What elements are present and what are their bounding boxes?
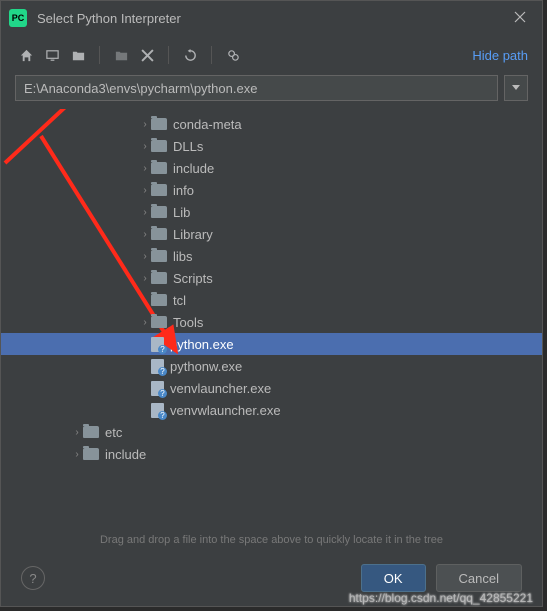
tree-file[interactable]: venvwlauncher.exe	[1, 399, 542, 421]
chevron-right-icon[interactable]: ›	[139, 295, 151, 306]
folder-icon	[151, 272, 167, 284]
tree-hint: Drag and drop a file into the space abov…	[1, 528, 542, 552]
tree-item-label: python.exe	[170, 337, 234, 352]
tree-item-label: etc	[105, 425, 122, 440]
tree-folder[interactable]: › Library	[1, 223, 542, 245]
folder-icon	[151, 250, 167, 262]
toolbar-separator	[99, 46, 100, 64]
tree-item-label: libs	[173, 249, 193, 264]
tree-folder[interactable]: › info	[1, 179, 542, 201]
chevron-right-icon[interactable]: ›	[139, 141, 151, 152]
folder-icon	[83, 448, 99, 460]
chevron-right-icon[interactable]: ›	[71, 427, 83, 438]
toolbar-separator	[168, 46, 169, 64]
hide-path-link[interactable]: Hide path	[472, 48, 528, 63]
project-icon[interactable]	[67, 44, 89, 66]
refresh-icon[interactable]	[179, 44, 201, 66]
tree-folder[interactable]: › include	[1, 157, 542, 179]
chevron-right-icon[interactable]: ›	[139, 251, 151, 262]
chevron-right-icon[interactable]: ›	[139, 185, 151, 196]
tree-folder[interactable]: › Tools	[1, 311, 542, 333]
tree-item-label: Lib	[173, 205, 190, 220]
file-icon	[151, 337, 164, 352]
tree-folder[interactable]: › Lib	[1, 201, 542, 223]
close-button[interactable]	[506, 6, 534, 30]
chevron-right-icon[interactable]: ›	[139, 229, 151, 240]
chevron-right-icon[interactable]: ›	[139, 273, 151, 284]
chevron-right-icon[interactable]: ›	[139, 163, 151, 174]
chevron-right-icon[interactable]: ›	[71, 449, 83, 460]
cancel-button[interactable]: Cancel	[436, 564, 522, 592]
file-icon	[151, 403, 164, 418]
desktop-icon[interactable]	[41, 44, 63, 66]
tree-item-label: include	[173, 161, 214, 176]
tree-file[interactable]: pythonw.exe	[1, 355, 542, 377]
ok-button[interactable]: OK	[361, 564, 426, 592]
folder-icon	[151, 206, 167, 218]
path-row	[1, 75, 542, 109]
tree-folder[interactable]: › conda-meta	[1, 113, 542, 135]
tree-item-label: tcl	[173, 293, 186, 308]
folder-icon	[83, 426, 99, 438]
watermark: https://blog.csdn.net/qq_42855221	[349, 591, 533, 605]
path-dropdown-button[interactable]	[504, 75, 528, 101]
tree-item-label: Tools	[173, 315, 203, 330]
tree-item-label: Scripts	[173, 271, 213, 286]
show-hidden-icon[interactable]	[222, 44, 244, 66]
titlebar: PC Select Python Interpreter	[1, 1, 542, 35]
delete-icon[interactable]	[136, 44, 158, 66]
tree-item-label: info	[173, 183, 194, 198]
select-interpreter-dialog: PC Select Python Interpreter Hide path ›…	[0, 0, 543, 607]
toolbar-separator	[211, 46, 212, 64]
chevron-down-icon	[512, 85, 520, 91]
folder-icon	[151, 316, 167, 328]
tree-file[interactable]: venvlauncher.exe	[1, 377, 542, 399]
toolbar: Hide path	[1, 35, 542, 75]
pycharm-icon: PC	[9, 9, 27, 27]
tree-item-label: conda-meta	[173, 117, 242, 132]
chevron-right-icon[interactable]: ›	[139, 119, 151, 130]
tree-item-label: Library	[173, 227, 213, 242]
file-tree[interactable]: › conda-meta › DLLs › include › info › Lib › Librar…	[1, 109, 542, 528]
chevron-right-icon[interactable]: ›	[139, 207, 151, 218]
new-folder-icon[interactable]	[110, 44, 132, 66]
tree-item-label: DLLs	[173, 139, 203, 154]
folder-icon	[151, 140, 167, 152]
folder-icon	[151, 184, 167, 196]
tree-folder[interactable]: › Scripts	[1, 267, 542, 289]
chevron-right-icon[interactable]: ›	[139, 317, 151, 328]
folder-icon	[151, 162, 167, 174]
home-icon[interactable]	[15, 44, 37, 66]
file-icon	[151, 381, 164, 396]
tree-item-label: include	[105, 447, 146, 462]
tree-folder[interactable]: › libs	[1, 245, 542, 267]
tree-folder[interactable]: › tcl	[1, 289, 542, 311]
tree-folder[interactable]: › etc	[1, 421, 542, 443]
tree-file[interactable]: python.exe	[1, 333, 542, 355]
file-icon	[151, 359, 164, 374]
path-input[interactable]	[15, 75, 498, 101]
window-title: Select Python Interpreter	[37, 11, 506, 26]
folder-icon	[151, 118, 167, 130]
tree-item-label: pythonw.exe	[170, 359, 242, 374]
folder-icon	[151, 294, 167, 306]
tree-folder[interactable]: › DLLs	[1, 135, 542, 157]
tree-folder[interactable]: › include	[1, 443, 542, 465]
help-button[interactable]: ?	[21, 566, 45, 590]
folder-icon	[151, 228, 167, 240]
tree-item-label: venvwlauncher.exe	[170, 403, 281, 418]
tree-item-label: venvlauncher.exe	[170, 381, 271, 396]
